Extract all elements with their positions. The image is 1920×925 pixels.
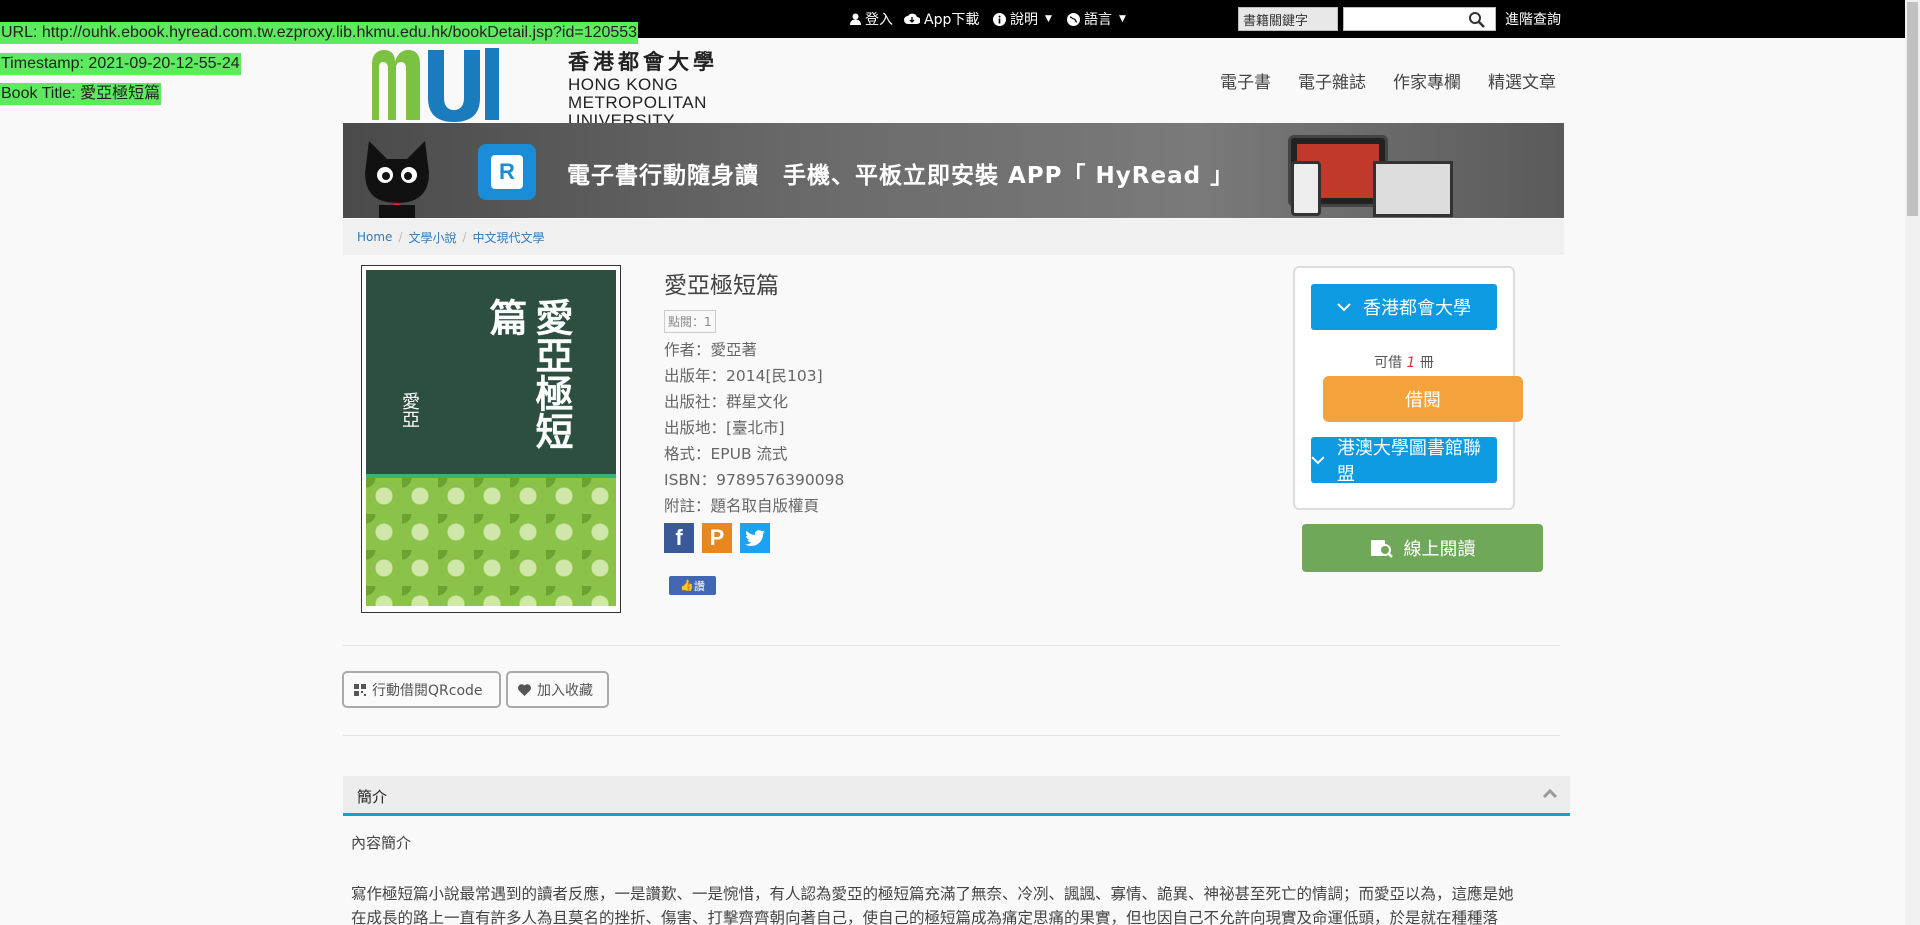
divider	[343, 645, 1560, 646]
intro-subheader: 內容簡介	[351, 834, 412, 852]
intro-body: 寫作極短篇小說最常遇到的讀者反應，一是讚歎、一是惋惜，有人認為愛亞的極短篇充滿了…	[351, 882, 1566, 925]
twitter-share-icon[interactable]	[740, 523, 770, 553]
heart-icon	[518, 683, 531, 696]
book-note: 附註：題名取自版權頁	[664, 497, 820, 515]
caret-down-icon: ▼	[1045, 14, 1052, 24]
overlay-url: URL: http://ouhk.ebook.hyread.com.tw.ezp…	[0, 22, 639, 44]
info-icon	[993, 12, 1006, 26]
book-place: 出版地：[臺北市]	[664, 419, 785, 437]
caret-down-icon: ▼	[1119, 14, 1126, 24]
add-favorite-button[interactable]: 加入收藏	[506, 671, 609, 708]
logo-english-line: METROPOLITAN	[568, 93, 707, 112]
avail-suffix: 冊	[1419, 355, 1434, 371]
qrcode-icon	[354, 683, 366, 696]
intro-header-label: 簡介	[357, 788, 388, 806]
cover-upper: 愛亞極短篇 愛亞	[366, 270, 616, 474]
tablet-image	[1373, 161, 1453, 217]
login-link[interactable]: 登入	[850, 9, 893, 29]
nav-author-column[interactable]: 作家專欄	[1393, 68, 1461, 93]
help-label: 說明	[1010, 12, 1038, 28]
book-year: 出版年：2014[民103]	[664, 367, 823, 385]
banner-text: 電子書行動隨身讀 手機、平板立即安裝 APP「 HyRead 」	[567, 163, 1235, 189]
cat-mascot-icon	[365, 141, 429, 218]
breadcrumb-separator: /	[398, 230, 403, 244]
cover-author: 愛亞	[399, 392, 420, 428]
availability-text: 可借 1 冊	[1295, 352, 1513, 372]
scrollbar[interactable]	[1905, 0, 1920, 925]
logo-english-line: HONG KONG	[568, 75, 679, 94]
read-online-label: 線上閱讀	[1403, 539, 1476, 560]
search-type-select[interactable]: 書籍關鍵字	[1238, 7, 1338, 31]
thumbs-up-icon: 👍	[680, 579, 694, 592]
hyread-app-icon: R	[478, 144, 536, 200]
app-promo-banner[interactable]: R 電子書行動隨身讀 手機、平板立即安裝 APP「 HyRead 」	[343, 123, 1564, 218]
fb-like-label: 讚	[693, 579, 705, 593]
breadcrumb-home[interactable]: Home	[357, 230, 392, 244]
book-cover: 愛亞極短篇 愛亞	[361, 265, 621, 613]
intro-section-header[interactable]: 簡介	[343, 776, 1570, 816]
library-dropdown-button[interactable]: 香港都會大學	[1311, 284, 1497, 330]
phone-image	[1291, 161, 1321, 216]
book-info: 愛亞極短篇 點閱：1 作者：愛亞著 出版年：2014[民103] 出版社：群星文…	[664, 266, 844, 595]
library-name: 香港都會大學	[1363, 298, 1471, 319]
language-label: 語言	[1084, 12, 1112, 28]
language-menu[interactable]: 語言 ▼	[1067, 9, 1126, 29]
app-download-link[interactable]: App下載	[904, 9, 979, 29]
qr-code-label: 行動借閱QRcode	[372, 682, 483, 699]
facebook-like-button[interactable]: 👍 讚	[669, 576, 716, 595]
intro-line: 在成長的路上一直有許多人為且莫名的挫折、傷害、打擊齊齊朝向著自己，使自己的極短篇…	[351, 909, 1499, 925]
breadcrumb-literature[interactable]: 文學小說	[408, 229, 456, 246]
login-label: 登入	[865, 12, 893, 28]
main-nav: 電子書 電子雜誌 作家專欄 精選文章	[1220, 68, 1556, 93]
intro-line: 寫作極短篇小說最常遇到的讀者反應，一是讚歎、一是惋惜，有人認為愛亞的極短篇充滿了…	[351, 885, 1514, 903]
avail-count: 1	[1406, 355, 1416, 371]
nav-ebooks[interactable]: 電子書	[1220, 68, 1271, 93]
advanced-search-link[interactable]: 進階查詢	[1505, 9, 1561, 29]
facebook-share-icon[interactable]: f	[664, 523, 694, 553]
overlay-book-title: Book Title: 愛亞極短篇	[0, 83, 162, 105]
plurk-share-icon[interactable]: P	[702, 523, 732, 553]
add-favorite-label: 加入收藏	[537, 682, 593, 699]
click-count-badge: 點閱：1	[664, 310, 716, 333]
cover-pattern	[366, 478, 616, 606]
book-format: 格式：EPUB 流式	[664, 445, 788, 463]
user-icon	[850, 13, 861, 25]
scrollbar-thumb[interactable]	[1907, 2, 1918, 216]
cloud-download-icon	[904, 13, 920, 24]
borrow-label: 借閱	[1405, 390, 1441, 411]
book-author: 作者：愛亞著	[664, 341, 758, 359]
book-search-icon	[1370, 540, 1393, 558]
book-publisher: 出版社：群星文化	[664, 393, 789, 411]
breadcrumb-separator: /	[462, 230, 467, 244]
qr-code-button[interactable]: 行動借閱QRcode	[342, 671, 501, 708]
chevron-down-icon	[1337, 302, 1351, 311]
share-buttons: f P	[664, 523, 844, 553]
overlay-timestamp: Timestamp: 2021-09-20-12-55-24	[0, 53, 241, 75]
borrow-panel: 香港都會大學 可借 1 冊 借閱 港澳大學圖書館聯盟	[1293, 266, 1523, 510]
app-download-label: App下載	[924, 12, 980, 28]
alliance-dropdown-button[interactable]: 港澳大學圖書館聯盟	[1311, 437, 1497, 485]
chevron-up-icon[interactable]	[1542, 786, 1558, 802]
chevron-down-icon	[1311, 455, 1325, 464]
logo-text: 香港都會大學 HONG KONG METROPOLITAN UNIVERSITY	[568, 46, 718, 130]
help-menu[interactable]: 說明 ▼	[993, 9, 1052, 29]
globe-icon	[1067, 12, 1080, 26]
breadcrumb: Home / 文學小說 / 中文現代文學	[343, 219, 1564, 255]
divider	[343, 735, 1560, 736]
alliance-name: 港澳大學圖書館聯盟	[1336, 438, 1481, 485]
cover-title: 愛亞極短篇	[483, 298, 573, 450]
book-isbn: ISBN：9789576390098	[664, 471, 845, 489]
nav-emagazines[interactable]: 電子雜誌	[1298, 68, 1366, 93]
book-title: 愛亞極短篇	[664, 273, 779, 299]
breadcrumb-modern-chinese[interactable]: 中文現代文學	[473, 229, 545, 246]
logo-chinese-name: 香港都會大學	[568, 51, 718, 74]
borrow-button[interactable]: 借閱	[1323, 376, 1523, 422]
nav-featured-articles[interactable]: 精選文章	[1488, 68, 1556, 93]
search-icon[interactable]	[1468, 11, 1486, 29]
read-online-button[interactable]: 線上閱讀	[1302, 524, 1543, 572]
avail-prefix: 可借	[1374, 355, 1403, 371]
